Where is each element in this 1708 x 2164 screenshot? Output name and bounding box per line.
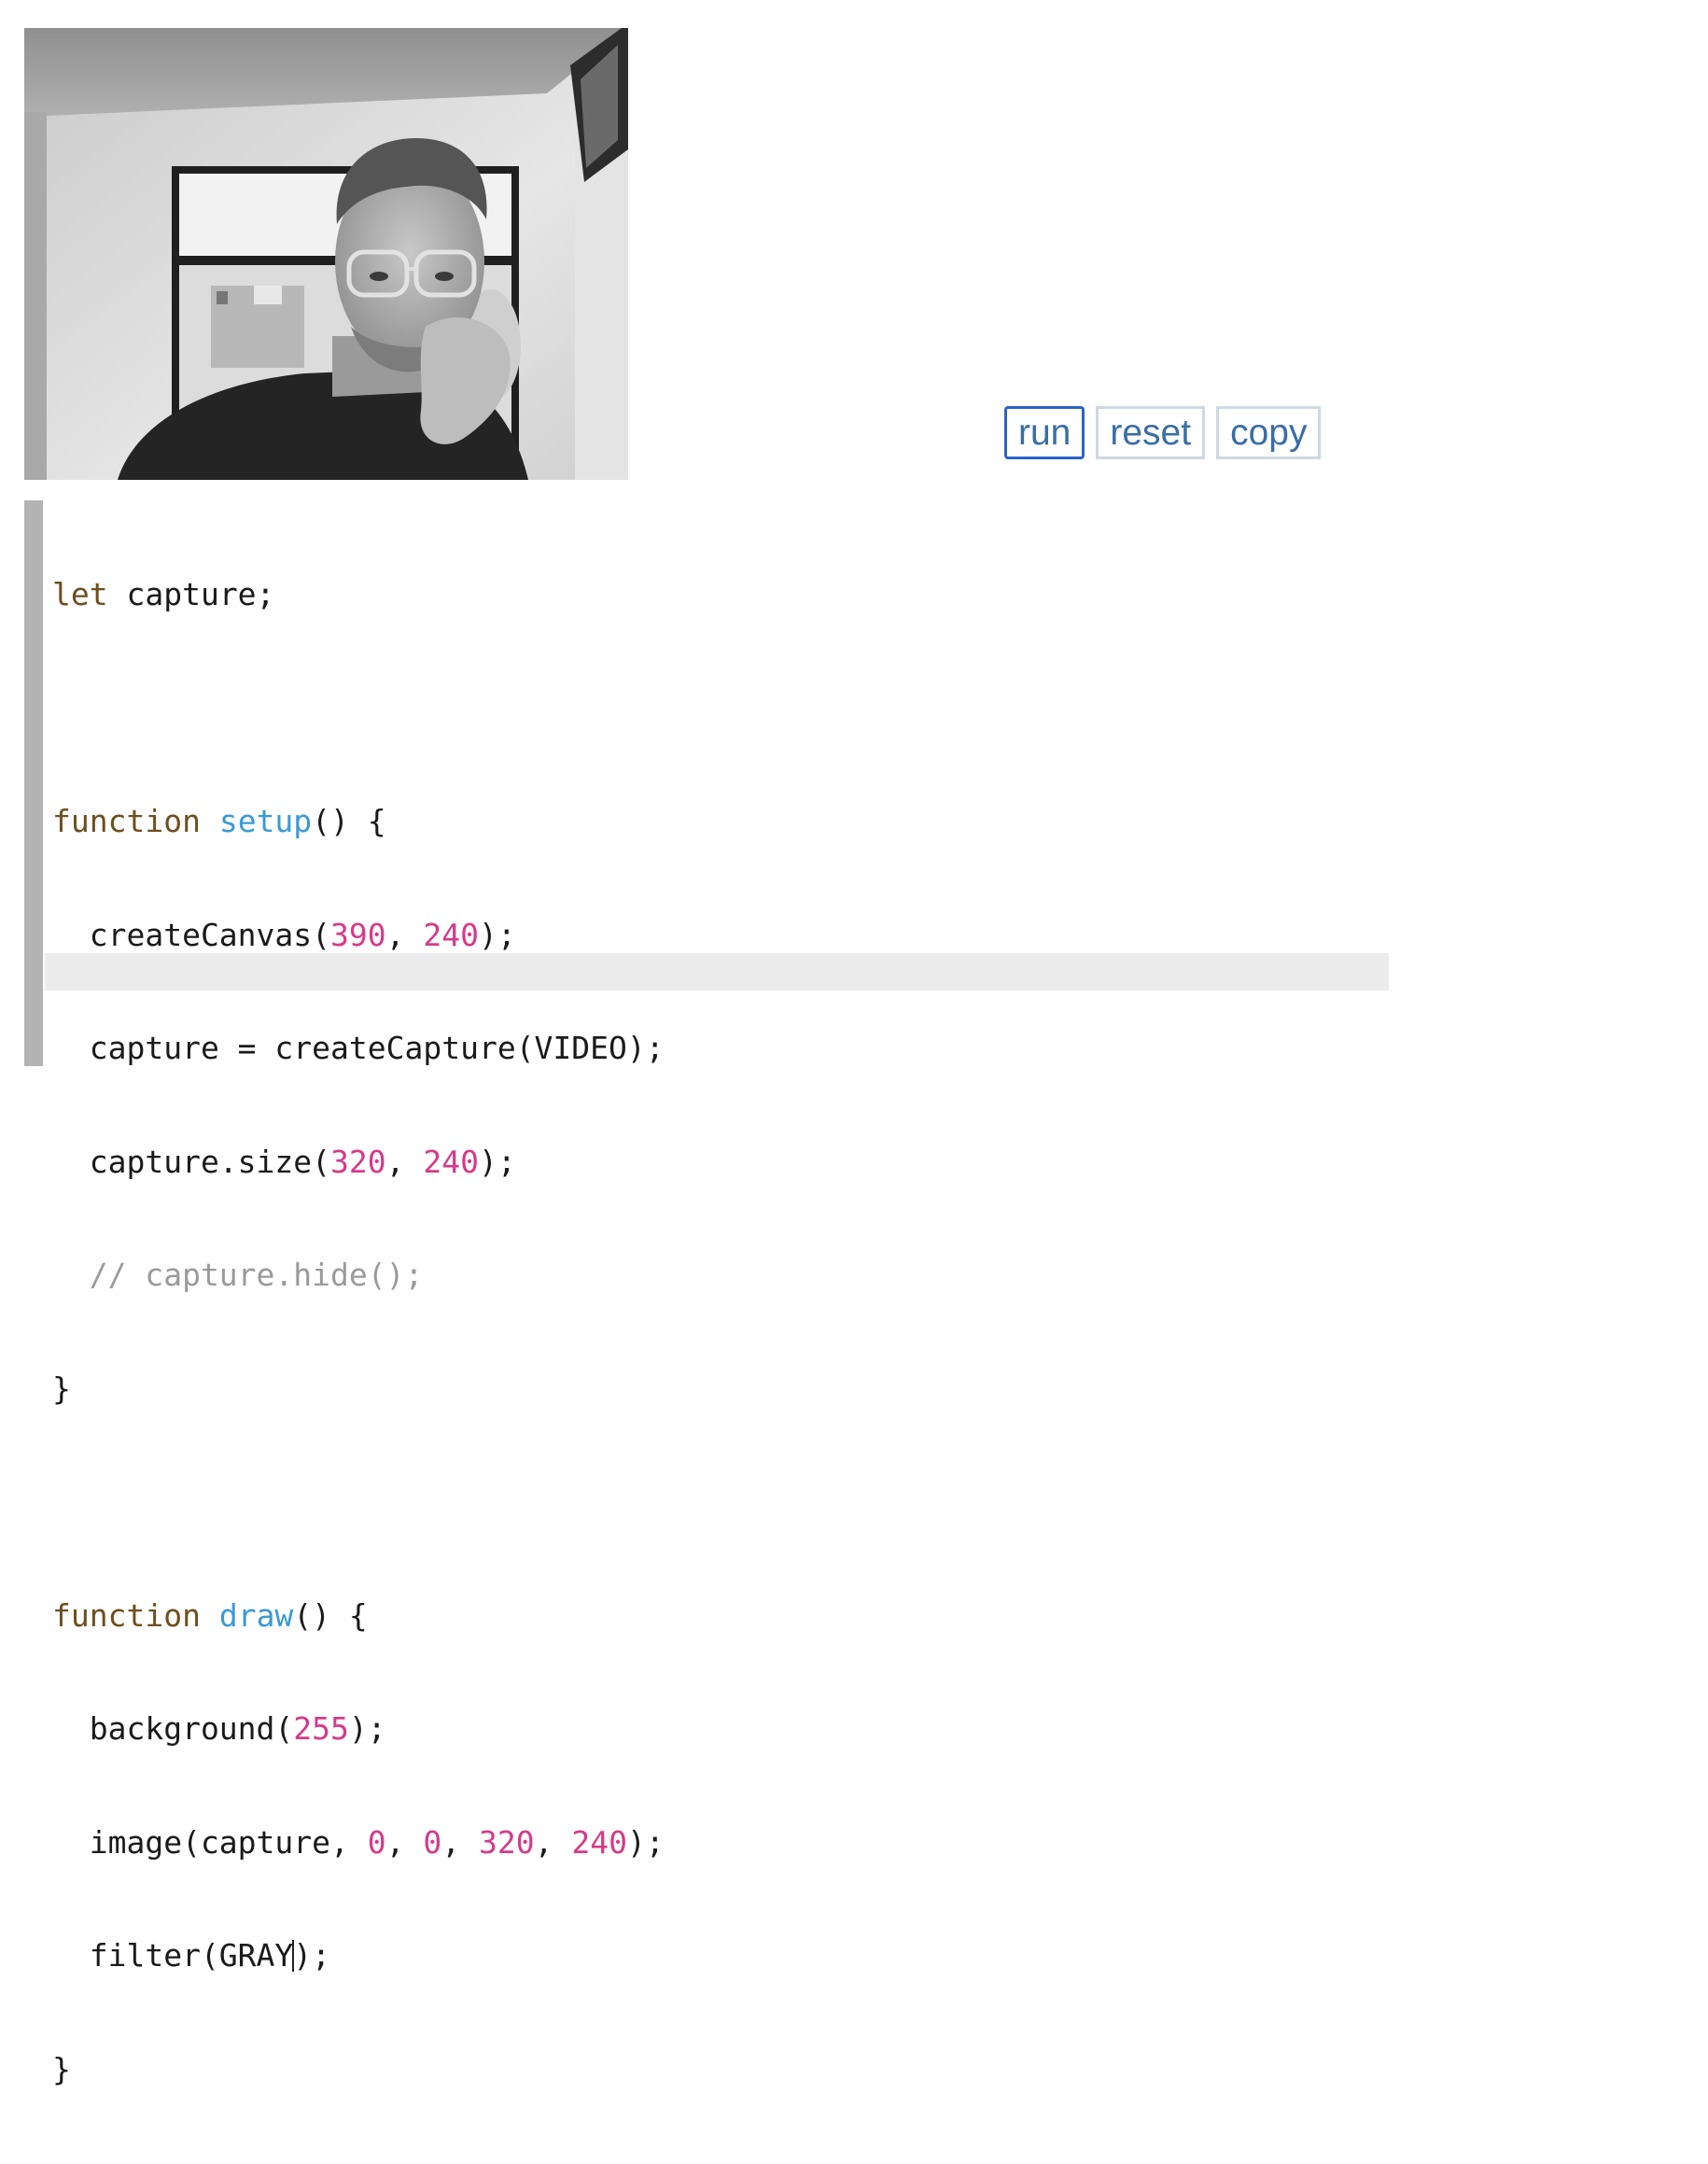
code-line: capture.size(320, 240); — [52, 1144, 665, 1182]
code-content[interactable]: let capture; function setup() { createCa… — [52, 500, 665, 2164]
function-name: setup — [218, 803, 313, 839]
copy-button[interactable]: copy — [1216, 406, 1322, 459]
code-text: ); — [293, 1937, 331, 1974]
video-canvas — [24, 28, 628, 480]
code-text: , — [385, 1143, 424, 1180]
number-literal: 0 — [423, 1823, 442, 1861]
number-literal: 0 — [367, 1823, 386, 1861]
code-line-active: filter(GRAY); — [52, 1937, 665, 1975]
code-text: , — [385, 916, 424, 953]
editor-controls: run reset copy — [1004, 406, 1322, 459]
run-button[interactable]: run — [1004, 406, 1085, 459]
keyword: function — [52, 803, 201, 839]
code-text: , — [385, 1823, 424, 1861]
keyword: function — [52, 1596, 201, 1634]
keyword: let — [52, 576, 108, 612]
code-line: background(255); — [52, 1710, 665, 1749]
code-text: capture = createCapture(VIDEO); — [52, 1030, 665, 1066]
code-line: image(capture, 0, 0, 320, 240); — [52, 1824, 665, 1862]
code-line: } — [52, 1370, 665, 1409]
reset-button[interactable]: reset — [1096, 406, 1206, 459]
code-line: let capture; — [52, 576, 665, 614]
number-literal: 240 — [571, 1823, 627, 1861]
code-line: createCanvas(390, 240); — [52, 917, 665, 955]
code-text: () { — [312, 803, 386, 839]
code-text: createCanvas( — [52, 916, 331, 953]
code-text: , — [441, 1823, 480, 1861]
code-line: function draw() { — [52, 1597, 665, 1636]
code-text: , — [534, 1823, 572, 1861]
editor-gutter — [24, 500, 43, 1066]
code-line: } — [52, 2051, 665, 2089]
number-literal: 320 — [330, 1143, 386, 1180]
code-comment: // capture.hide(); — [52, 1257, 424, 1293]
code-editor[interactable]: let capture; function setup() { createCa… — [24, 500, 1389, 2087]
code-text: capture.size( — [52, 1143, 331, 1180]
number-literal: 320 — [479, 1823, 535, 1861]
code-line: function setup() { — [52, 803, 665, 841]
code-text: ); — [478, 1143, 516, 1180]
code-text: filter(GRAY — [52, 1937, 294, 1974]
code-text: } — [52, 2050, 71, 2087]
number-literal: 390 — [330, 916, 386, 953]
code-text: ); — [478, 916, 516, 953]
number-literal: 255 — [293, 1710, 349, 1747]
webcam-frame-illustration — [24, 28, 628, 480]
code-text: () { — [293, 1596, 368, 1634]
code-line: // capture.hide(); — [52, 1257, 665, 1295]
function-name: draw — [218, 1596, 294, 1634]
code-text: background( — [52, 1710, 294, 1747]
code-text: capture; — [107, 576, 275, 612]
code-text: } — [52, 1370, 71, 1407]
code-text: image(capture, — [52, 1823, 368, 1861]
code-text: ); — [626, 1823, 665, 1861]
code-line: capture = createCapture(VIDEO); — [52, 1030, 665, 1068]
code-text: ); — [348, 1710, 386, 1747]
number-literal: 240 — [423, 1143, 479, 1180]
number-literal: 240 — [423, 916, 479, 953]
